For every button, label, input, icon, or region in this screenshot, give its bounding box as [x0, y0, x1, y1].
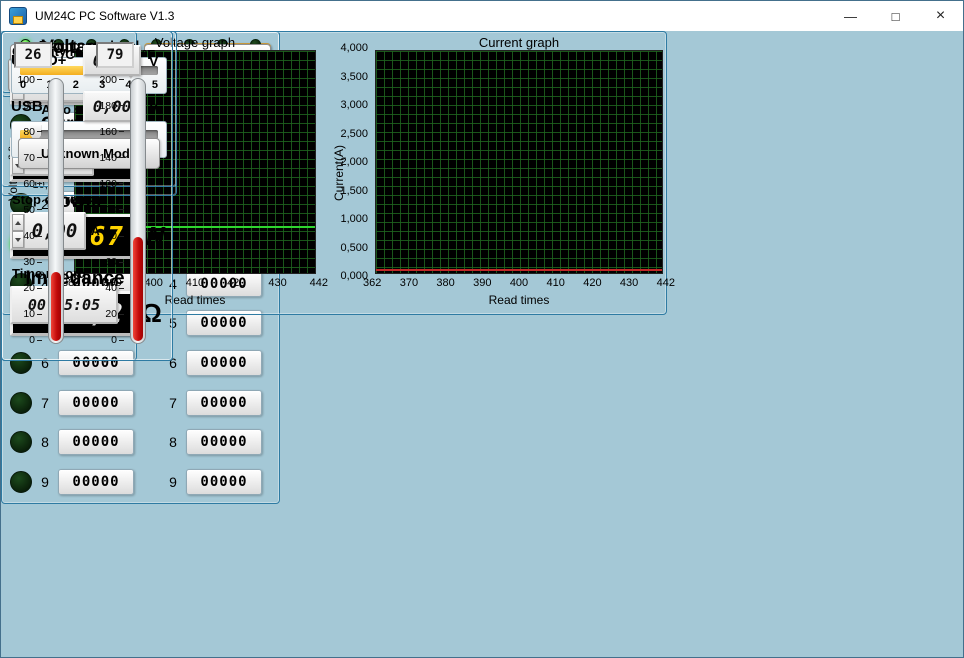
celsius-scale: 1009080706050403020100	[6, 74, 42, 346]
current-graph: Current graph Current(A) 4,0003,5003,000…	[332, 32, 668, 314]
title-bar: UM24C PC Software V1.3 — □ ×	[1, 1, 963, 31]
y-axis-ticks: 4,000 3,500 3,000 2,500 2,000 1,500 1,000 0,500…	[332, 42, 371, 282]
energy-value: 00000	[186, 429, 262, 455]
energy-value: 00000	[186, 390, 262, 416]
x-tick-label: 442	[310, 277, 328, 289]
x-tick-label: 430	[620, 277, 638, 289]
celsius-mercury	[51, 272, 61, 341]
thermo-scale-label: 120	[88, 178, 124, 189]
thermo-scale-label: 60	[88, 257, 124, 268]
y-tick-label: 2,000	[340, 156, 368, 168]
thermo-scale-label: 70	[6, 152, 42, 163]
thermo-scale-label: 0	[6, 335, 42, 346]
x-tick-label: 370	[400, 277, 418, 289]
energy-index: 7	[167, 395, 179, 411]
thermo-scale-label: 140	[88, 152, 124, 163]
group-row: 9 00000 9 00000	[4, 469, 277, 495]
thermo-scale-label: 10	[6, 309, 42, 320]
close-button[interactable]: ×	[918, 1, 963, 31]
thermo-scale-label: 80	[6, 126, 42, 137]
minimize-button[interactable]: —	[828, 1, 873, 31]
celsius-unit-label: °C	[60, 47, 75, 62]
x-tick-label: 410	[547, 277, 565, 289]
group-row: 7 00000 7 00000	[4, 390, 277, 416]
energy-value: 00000	[186, 350, 262, 376]
capacity-index: 9	[39, 474, 51, 490]
fahrenheit-value-display: 79	[96, 42, 134, 68]
thermo-scale-label: 100	[6, 74, 42, 85]
x-tick-label: 400	[510, 277, 528, 289]
thermo-scale-label: 60	[6, 178, 42, 189]
x-tick-label: 430	[268, 277, 286, 289]
thermo-scale-label: 40	[88, 283, 124, 294]
thermo-scale-label: 90	[6, 100, 42, 111]
x-tick-label: 390	[473, 277, 491, 289]
group-led-icon	[10, 392, 32, 414]
capacity-value: 00000	[58, 429, 134, 455]
app-icon	[9, 7, 27, 25]
y-tick-label: 3,000	[340, 99, 368, 111]
y-tick-label: 2,500	[340, 128, 368, 140]
app-window: UM24C PC Software V1.3 — □ × 10 COM4 Dis…	[0, 0, 964, 658]
celsius-value-display: 26	[14, 42, 52, 68]
group-led-icon	[10, 471, 32, 493]
x-tick-label: 410	[186, 277, 204, 289]
thermo-scale-label: 30	[6, 257, 42, 268]
temperature-panel: 26 °C 1009080706050403020100 79 °F 20018…	[1, 31, 173, 361]
energy-index: 8	[167, 434, 179, 450]
thermo-scale-label: 180	[88, 100, 124, 111]
fahrenheit-scale: 200180160140120100806040200	[88, 74, 124, 346]
thermo-scale-label: 20	[6, 283, 42, 294]
x-tick-label: 420	[227, 277, 245, 289]
thermo-scale-label: 200	[88, 74, 124, 85]
thermo-scale-label: 100	[88, 204, 124, 215]
thermo-scale-label: 20	[88, 309, 124, 320]
thermo-scale-label: 50	[6, 204, 42, 215]
y-tick-label: 1,000	[340, 213, 368, 225]
y-tick-label: 3,500	[340, 71, 368, 83]
capacity-value: 00000	[58, 390, 134, 416]
energy-value: 00000	[186, 469, 262, 495]
thermo-scale-label: 80	[88, 231, 124, 242]
window-title: UM24C PC Software V1.3	[35, 9, 174, 23]
x-axis-label: Read times	[375, 293, 663, 307]
y-tick-label: 4,000	[340, 42, 368, 54]
x-tick-label: 442	[657, 277, 675, 289]
thermo-scale-label: 0	[88, 335, 124, 346]
current-plot-area	[375, 50, 663, 274]
thermo-scale-label: 160	[88, 126, 124, 137]
capacity-index: 8	[39, 434, 51, 450]
energy-index: 9	[167, 474, 179, 490]
fahrenheit-unit-label: °F	[142, 47, 155, 62]
group-row: 8 00000 8 00000	[4, 429, 277, 455]
x-tick-label: 362	[363, 277, 381, 289]
group-led-icon	[10, 431, 32, 453]
x-tick-label: 380	[436, 277, 454, 289]
y-tick-label: 0,500	[340, 242, 368, 254]
x-tick-label: 420	[583, 277, 601, 289]
fahrenheit-mercury	[133, 237, 143, 341]
current-series-line	[376, 269, 662, 271]
capacity-index: 7	[39, 395, 51, 411]
main-area: 10 COM4 Disconnect ↻ Rotate screen → Nex…	[1, 31, 963, 657]
celsius-tube	[48, 78, 64, 344]
x-axis-ticks: 362 370 380 390 400 410 420 430 442	[363, 277, 675, 289]
capacity-value: 00000	[58, 469, 134, 495]
y-tick-label: 1,500	[340, 185, 368, 197]
fahrenheit-tube	[130, 78, 146, 344]
thermo-scale-label: 40	[6, 231, 42, 242]
graph-title: Current graph	[375, 35, 663, 50]
maximize-button[interactable]: □	[873, 1, 918, 31]
